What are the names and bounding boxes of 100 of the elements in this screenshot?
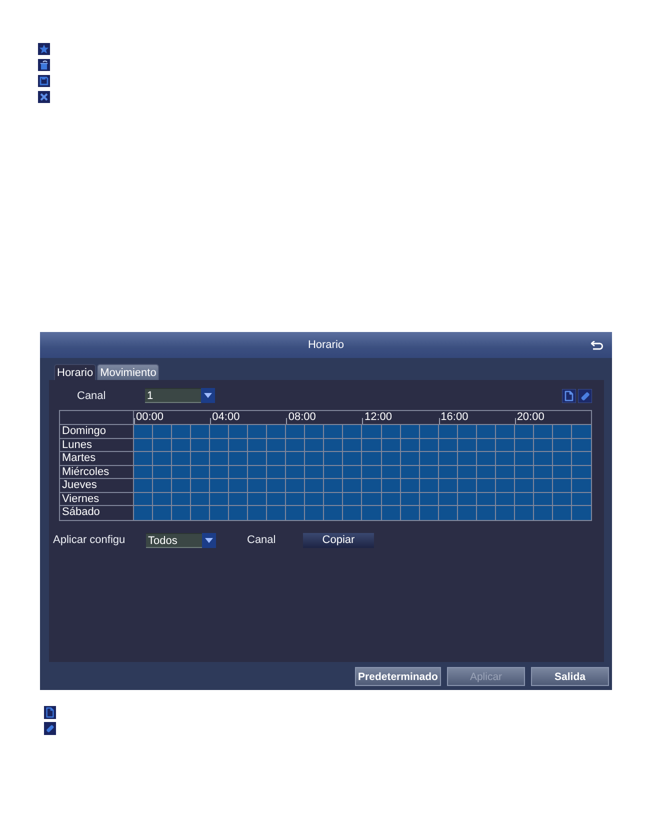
schedule-slot[interactable]	[153, 492, 172, 506]
schedule-slot[interactable]	[229, 452, 248, 466]
schedule-slot[interactable]	[496, 506, 515, 520]
schedule-slot[interactable]	[343, 466, 362, 479]
schedule-slot[interactable]	[210, 452, 230, 466]
schedule-slot[interactable]	[286, 425, 306, 438]
schedule-slot[interactable]	[305, 425, 324, 438]
schedule-slot[interactable]	[534, 506, 553, 520]
schedule-slot[interactable]	[514, 506, 534, 520]
schedule-slot[interactable]	[134, 492, 154, 506]
schedule-slot[interactable]	[438, 425, 458, 438]
schedule-slot[interactable]	[534, 479, 553, 492]
schedule-slot[interactable]	[305, 479, 324, 492]
schedule-slot[interactable]	[229, 506, 248, 520]
schedule-slot[interactable]	[362, 492, 382, 506]
schedule-slot[interactable]	[552, 479, 572, 492]
schedule-slot[interactable]	[305, 506, 324, 520]
schedule-slot[interactable]	[343, 425, 362, 438]
schedule-slot[interactable]	[496, 425, 515, 438]
schedule-slot[interactable]	[420, 479, 439, 492]
schedule-slot[interactable]	[286, 438, 306, 452]
tab[interactable]: Horario	[54, 364, 96, 380]
schedule-slot[interactable]	[343, 492, 362, 506]
source-select[interactable]: Todos	[146, 532, 216, 548]
schedule-slot[interactable]	[362, 506, 382, 520]
schedule-slot[interactable]	[476, 479, 496, 492]
footer-button[interactable]: Predeterminado	[355, 667, 441, 686]
copy-button[interactable]: Copiar	[303, 532, 374, 548]
schedule-slot[interactable]	[191, 438, 210, 452]
schedule-slot[interactable]	[191, 425, 210, 438]
schedule-slot[interactable]	[362, 438, 382, 452]
schedule-slot[interactable]	[286, 479, 306, 492]
schedule-slot[interactable]	[362, 425, 382, 438]
schedule-slot[interactable]	[267, 466, 286, 479]
schedule-slot[interactable]	[172, 438, 192, 452]
schedule-slot[interactable]	[343, 506, 362, 520]
schedule-slot[interactable]	[248, 466, 268, 479]
schedule-slot[interactable]	[305, 466, 324, 479]
schedule-slot[interactable]	[476, 506, 496, 520]
schedule-slot[interactable]	[210, 438, 230, 452]
schedule-slot[interactable]	[134, 479, 154, 492]
schedule-slot[interactable]	[496, 479, 515, 492]
schedule-slot[interactable]	[134, 466, 154, 479]
schedule-slot[interactable]	[458, 506, 477, 520]
schedule-slot[interactable]	[400, 452, 420, 466]
schedule-slot[interactable]	[153, 466, 172, 479]
schedule-slot[interactable]	[324, 452, 344, 466]
schedule-slot[interactable]	[458, 452, 477, 466]
schedule-slot[interactable]	[153, 479, 172, 492]
schedule-slot[interactable]	[362, 452, 382, 466]
schedule-slot[interactable]	[134, 438, 154, 452]
schedule-slot[interactable]	[210, 492, 230, 506]
schedule-slot[interactable]	[382, 425, 401, 438]
schedule-slot[interactable]	[248, 425, 268, 438]
schedule-slot[interactable]	[458, 425, 477, 438]
schedule-slot[interactable]	[248, 479, 268, 492]
schedule-slot[interactable]	[191, 506, 210, 520]
schedule-slot[interactable]	[420, 425, 439, 438]
schedule-slot[interactable]	[229, 438, 248, 452]
back-icon[interactable]	[591, 341, 604, 350]
schedule-slot[interactable]	[305, 452, 324, 466]
schedule-slot[interactable]	[514, 452, 534, 466]
schedule-slot[interactable]	[153, 506, 172, 520]
schedule-slot[interactable]	[324, 492, 344, 506]
schedule-slot[interactable]	[267, 506, 286, 520]
schedule-slot[interactable]	[172, 492, 192, 506]
eraser-icon[interactable]	[578, 388, 592, 402]
schedule-slot[interactable]	[514, 425, 534, 438]
schedule-slot[interactable]	[229, 479, 248, 492]
schedule-slot[interactable]	[343, 452, 362, 466]
schedule-slot[interactable]	[420, 452, 439, 466]
schedule-slot[interactable]	[514, 479, 534, 492]
schedule-slot[interactable]	[267, 438, 286, 452]
schedule-slot[interactable]	[324, 438, 344, 452]
schedule-slot[interactable]	[172, 506, 192, 520]
schedule-slot[interactable]	[362, 466, 382, 479]
schedule-slot[interactable]	[438, 479, 458, 492]
schedule-slot[interactable]	[438, 506, 458, 520]
schedule-slot[interactable]	[400, 479, 420, 492]
schedule-slot[interactable]	[172, 479, 192, 492]
document-icon[interactable]	[562, 388, 576, 402]
schedule-slot[interactable]	[572, 425, 591, 438]
schedule-slot[interactable]	[286, 492, 306, 506]
schedule-slot[interactable]	[134, 425, 154, 438]
schedule-slot[interactable]	[248, 452, 268, 466]
schedule-slot[interactable]	[229, 425, 248, 438]
schedule-slot[interactable]	[572, 506, 591, 520]
schedule-slot[interactable]	[153, 452, 172, 466]
schedule-slot[interactable]	[534, 425, 553, 438]
schedule-slot[interactable]	[458, 479, 477, 492]
schedule-slot[interactable]	[267, 479, 286, 492]
schedule-slot[interactable]	[286, 466, 306, 479]
schedule-slot[interactable]	[134, 452, 154, 466]
schedule-slot[interactable]	[153, 425, 172, 438]
schedule-slot[interactable]	[552, 452, 572, 466]
schedule-slot[interactable]	[229, 492, 248, 506]
schedule-slot[interactable]	[191, 492, 210, 506]
schedule-slot[interactable]	[134, 506, 154, 520]
schedule-slot[interactable]	[324, 425, 344, 438]
schedule-slot[interactable]	[286, 506, 306, 520]
